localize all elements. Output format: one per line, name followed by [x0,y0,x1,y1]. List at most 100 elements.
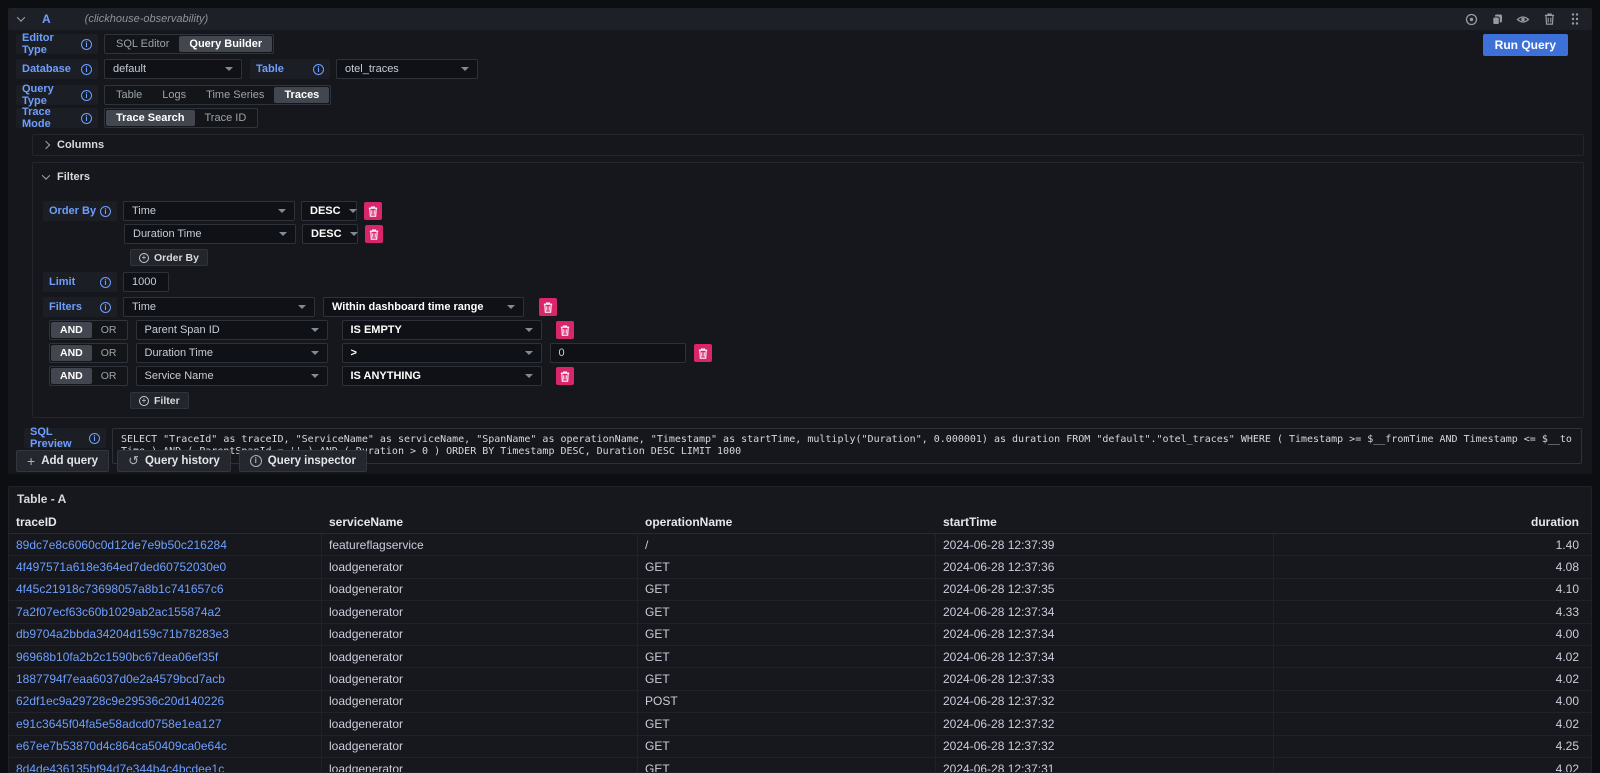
and-option[interactable]: AND [51,322,92,338]
chevron-down-icon [311,374,319,378]
trace-id-link[interactable]: 7a2f07ecf63c60b1029ab2ac155874a2 [9,601,322,622]
filter-field-select[interactable]: Service Name [136,366,328,386]
trace-id-link[interactable]: 62df1ec9a29728c9e29536c20d140226 [9,691,322,712]
order-by-direction-select[interactable]: DESC [302,224,358,244]
remove-filter-button[interactable] [556,321,574,339]
filter-operator-select[interactable]: Within dashboard time range [323,297,524,317]
remove-filter-button[interactable] [539,298,557,316]
chevron-down-icon [525,374,533,378]
help-icon[interactable] [1464,12,1478,26]
trace-mode-trace-search[interactable]: Trace Search [106,110,195,126]
column-header-startTime[interactable]: startTime [936,511,1274,533]
table-row: 1887794f7eaa6037d0e2a4579bcd7acb loadgen… [9,668,1591,690]
query-type-table[interactable]: Table [106,87,152,103]
column-header-duration[interactable]: duration [1274,511,1591,533]
chevron-down-icon [525,328,533,332]
filters-section-header[interactable]: Filters [33,167,1583,187]
filter-operator-select[interactable]: IS ANYTHING [342,366,542,386]
operation-name-cell: GET [638,736,936,757]
table-row: 4f497571a618e364ed7ded60752030e0 loadgen… [9,556,1591,578]
and-option[interactable]: AND [51,345,92,361]
columns-section-header[interactable]: Columns [33,135,1583,155]
table-row: 4f45c21918c73698057a8b1c741657c6 loadgen… [9,579,1591,601]
column-header-traceID[interactable]: traceID [9,511,322,533]
remove-filter-button[interactable] [694,344,712,362]
operation-name-cell: GET [638,758,936,773]
limit-input[interactable]: 1000 [123,272,169,292]
trace-id-link[interactable]: db9704a2bbda34204d159c71b78283e3 [9,624,322,645]
query-row-actions [1464,12,1582,26]
service-name-cell: loadgenerator [322,691,638,712]
trace-id-link[interactable]: 89dc7e8c6060c0d12de7e9b50c216284 [9,534,322,555]
run-query-button[interactable]: Run Query [1483,34,1568,56]
trace-mode-trace-id[interactable]: Trace ID [195,110,257,126]
order-by-direction-select[interactable]: DESC [301,201,357,221]
table-select[interactable]: otel_traces [336,59,478,79]
trace-id-link[interactable]: 96968b10fa2b2c1590bc67dea06ef35f [9,646,322,667]
trace-id-link[interactable]: 4f497571a618e364ed7ded60752030e0 [9,556,322,577]
order-by-field-select[interactable]: Time [123,201,295,221]
and-option[interactable]: AND [51,368,92,384]
editor-type-label: Editor Type i [16,34,98,54]
service-name-cell: loadgenerator [322,646,638,667]
remove-order-by-button[interactable] [364,202,382,220]
chevron-down-icon [311,351,319,355]
results-table-panel: Table - A traceID serviceName operationN… [8,486,1592,773]
info-icon[interactable]: i [100,206,111,217]
remove-filter-button[interactable] [556,367,574,385]
trace-id-link[interactable]: e67ee7b53870d4c864ca50409ca0e64c [9,736,322,757]
filter-field-select[interactable]: Time [123,297,315,317]
trash-icon[interactable] [1542,12,1556,26]
info-icon[interactable]: i [89,433,100,444]
service-name-cell: loadgenerator [322,713,638,734]
or-option[interactable]: OR [92,368,126,384]
filter-operator-select[interactable]: > [342,343,542,363]
trace-id-link[interactable]: 1887794f7eaa6037d0e2a4579bcd7acb [9,668,322,689]
info-icon[interactable]: i [81,39,92,50]
start-time-cell: 2024-06-28 12:37:32 [936,736,1274,757]
add-filter-button[interactable]: + Filter [130,392,189,409]
order-by-field-select[interactable]: Duration Time [124,224,296,244]
remove-order-by-button[interactable] [365,225,383,243]
query-row-header[interactable]: A (clickhouse-observability) [8,8,1592,30]
editor-type-query-builder[interactable]: Query Builder [179,36,272,52]
filter-field-select[interactable]: Duration Time [136,343,328,363]
add-query-button[interactable]: + Add query [16,450,109,472]
operation-name-cell: GET [638,579,936,600]
column-header-serviceName[interactable]: serviceName [322,511,638,533]
filter-value-input[interactable]: 0 [550,343,686,363]
query-type-time-series[interactable]: Time Series [196,87,274,103]
query-type-label: Query Type i [16,85,98,105]
editor-type-sql-editor[interactable]: SQL Editor [106,36,179,52]
info-icon[interactable]: i [81,113,92,124]
trace-id-link[interactable]: 4f45c21918c73698057a8b1c741657c6 [9,579,322,600]
info-icon[interactable]: i [81,64,92,75]
drag-handle-icon[interactable] [1568,12,1582,26]
query-type-logs[interactable]: Logs [152,87,196,103]
trace-id-link[interactable]: e91c3645f04fa5e58adcd0758e1ea127 [9,713,322,734]
info-icon[interactable]: i [313,64,324,75]
column-header-operationName[interactable]: operationName [638,511,936,533]
query-history-button[interactable]: ↺ Query history [117,450,231,472]
chevron-down-icon[interactable] [17,13,25,21]
query-inspector-button[interactable]: i Query inspector [239,450,367,472]
trace-id-link[interactable]: 8d4de436135bf94d7e344b4c4bcdee1c [9,758,322,773]
chevron-down-icon [349,209,357,213]
copy-icon[interactable] [1490,12,1504,26]
plus-icon: + [27,453,35,469]
filter-operator-select[interactable]: IS EMPTY [342,320,542,340]
order-by-label: Order By i [43,201,117,221]
add-order-by-button[interactable]: + Order By [130,249,208,266]
database-select[interactable]: default [104,59,242,79]
info-icon[interactable]: i [81,90,92,101]
info-circle-icon: i [250,455,262,467]
table-row: 62df1ec9a29728c9e29536c20d140226 loadgen… [9,691,1591,713]
info-icon[interactable]: i [100,277,111,288]
info-icon[interactable]: i [100,302,111,313]
filter-field-select[interactable]: Parent Span ID [136,320,328,340]
query-type-toggle: Table Logs Time Series Traces [104,85,331,105]
or-option[interactable]: OR [92,322,126,338]
eye-icon[interactable] [1516,12,1530,26]
query-type-traces[interactable]: Traces [274,87,329,103]
or-option[interactable]: OR [92,345,126,361]
